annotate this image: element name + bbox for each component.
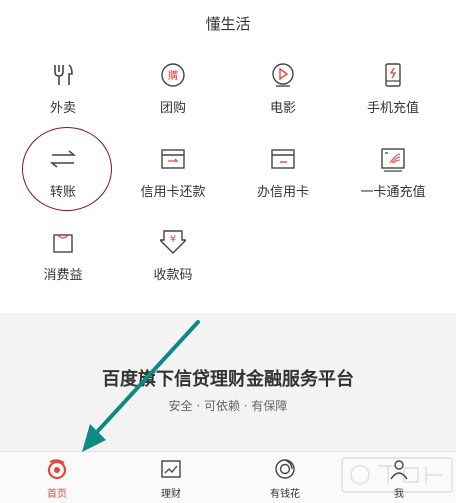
card-repay-icon [161, 149, 185, 169]
grid-item-takeout[interactable]: 外卖 [8, 62, 118, 132]
grid-item-movie[interactable]: 电影 [228, 62, 338, 132]
banner-title: 百度旗下信贷理财金融服务平台 [102, 369, 354, 390]
grid-label: 团购 [159, 101, 186, 116]
tab-home[interactable]: 首页 [0, 452, 114, 503]
home-icon [47, 459, 67, 480]
grid-label: 信用卡还款 [140, 185, 206, 200]
grid-label: 消费益 [43, 268, 83, 283]
tab-label: 有钱花 [270, 489, 300, 500]
tab-label: 理财 [161, 489, 181, 500]
wallet-ring-icon [275, 459, 295, 479]
annotation-circle [22, 127, 112, 211]
grid-label: 外卖 [49, 101, 76, 116]
card-apply-icon [271, 149, 295, 169]
grid-label: 一卡通充值 [360, 185, 426, 200]
grid-item-receive-code[interactable]: ¥ 收款码 [118, 229, 228, 299]
watermark-logo [341, 457, 453, 493]
section-title: 懂生活 [205, 15, 251, 33]
banner-subtitle: 安全 · 可依赖 · 有保障 [168, 399, 288, 413]
transit-card-icon [381, 148, 405, 172]
grid-label: 手机充值 [366, 101, 419, 116]
group-buy-icon: 購 [161, 63, 185, 87]
shopping-bag-icon [53, 234, 73, 253]
tab-loan[interactable]: 有钱花 [228, 452, 342, 503]
tab-finance[interactable]: 理财 [114, 452, 228, 503]
receive-code-icon: ¥ [160, 230, 186, 254]
phone-charge-icon [385, 63, 401, 87]
group-buy-glyph: 購 [168, 69, 178, 82]
grid-label: 收款码 [153, 268, 193, 283]
grid-label: 办信用卡 [256, 185, 309, 200]
grid-item-transit-card[interactable]: 一卡通充值 [338, 146, 448, 216]
grid-item-group-buy[interactable]: 購 团购 [118, 62, 228, 132]
grid-label: 电影 [269, 101, 296, 116]
grid-item-card-repay[interactable]: 信用卡还款 [118, 146, 228, 216]
chart-icon [161, 460, 181, 478]
movie-play-icon [272, 63, 294, 87]
grid-item-shopping-bonus[interactable]: 消费益 [8, 229, 118, 299]
grid-item-card-apply[interactable]: 办信用卡 [228, 146, 338, 216]
tab-label: 首页 [47, 489, 67, 500]
promo-banner: 百度旗下信贷理财金融服务平台 安全 · 可依赖 · 有保障 [0, 313, 456, 451]
grid-item-phone-charge[interactable]: 手机充值 [338, 62, 448, 132]
receive-glyph: ¥ [170, 234, 176, 245]
fork-knife-icon [54, 64, 73, 85]
